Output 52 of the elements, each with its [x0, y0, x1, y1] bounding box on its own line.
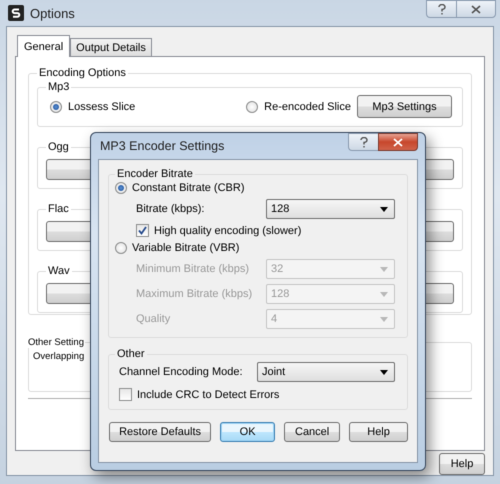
field-label: Quality: [135, 313, 172, 325]
dialog-button[interactable]: OK: [220, 422, 276, 442]
radio-button[interactable]: [50, 100, 62, 112]
dialog-button[interactable]: Restore Defaults: [109, 422, 212, 442]
help-button[interactable]: Help: [439, 453, 485, 475]
group-title: Wav: [47, 265, 71, 277]
dropdown-arrow-icon: [380, 266, 388, 272]
close-button[interactable]: [456, 0, 496, 18]
dropdown-arrow-icon: [380, 370, 388, 374]
tab[interactable]: Output Details: [70, 38, 152, 56]
radio-label: Re-encoded Slice: [264, 100, 351, 112]
dropdown-arrow-icon: [380, 316, 388, 322]
checkbox[interactable]: [136, 224, 149, 237]
channel-mode-dropdown[interactable]: Joint: [257, 362, 395, 382]
close-icon: [471, 4, 481, 14]
overlapping-label: Overlapping: [33, 351, 84, 362]
group-title: Ogg: [47, 141, 70, 153]
bitrate-label: Bitrate (kbps):: [135, 203, 206, 215]
dialog-title: MP3 Encoder Settings: [100, 139, 226, 153]
radio-label: Lossess Slice: [68, 100, 136, 112]
close-button[interactable]: [378, 133, 418, 151]
dialog-button[interactable]: Help: [349, 422, 408, 442]
group-title: Flac: [47, 203, 70, 215]
dropdown-arrow-icon: [380, 292, 388, 296]
help-button[interactable]: [426, 0, 456, 18]
window-title: Options: [30, 6, 76, 20]
radio-button[interactable]: [115, 242, 127, 254]
group-title: Mp3: [47, 81, 70, 93]
help-icon: [438, 4, 446, 14]
checkbox-label: High quality encoding (slower): [154, 224, 302, 236]
help-button[interactable]: [348, 133, 378, 151]
help-icon: [360, 136, 368, 148]
group-title: Other Setting: [27, 337, 85, 348]
channel-mode-label: Channel Encoding Mode:: [119, 366, 244, 378]
close-icon: [393, 138, 403, 146]
app-icon: [8, 5, 24, 21]
field-label: Maximum Bitrate (kbps): [135, 288, 254, 300]
radio-label: Variable Bitrate (VBR): [132, 242, 240, 254]
dropdown-arrow-icon: [380, 206, 388, 212]
field-label: Minimum Bitrate (kbps): [135, 263, 250, 275]
radio-label: Constant Bitrate (CBR): [132, 182, 244, 194]
checkbox[interactable]: [119, 388, 132, 401]
group-title: Other: [116, 348, 146, 360]
group-title: Encoding Options: [38, 67, 127, 79]
checkbox-label: Include CRC to Detect Errors: [137, 388, 280, 400]
mp3-settings-button[interactable]: Mp3 Settings: [357, 95, 452, 118]
dialog-button[interactable]: Cancel: [284, 422, 340, 442]
bitrate-dropdown[interactable]: 128: [266, 199, 395, 219]
radio-button[interactable]: [115, 182, 127, 194]
group-title: Encoder Bitrate: [116, 168, 194, 180]
tab[interactable]: General: [17, 35, 70, 57]
radio-button[interactable]: [246, 100, 258, 112]
